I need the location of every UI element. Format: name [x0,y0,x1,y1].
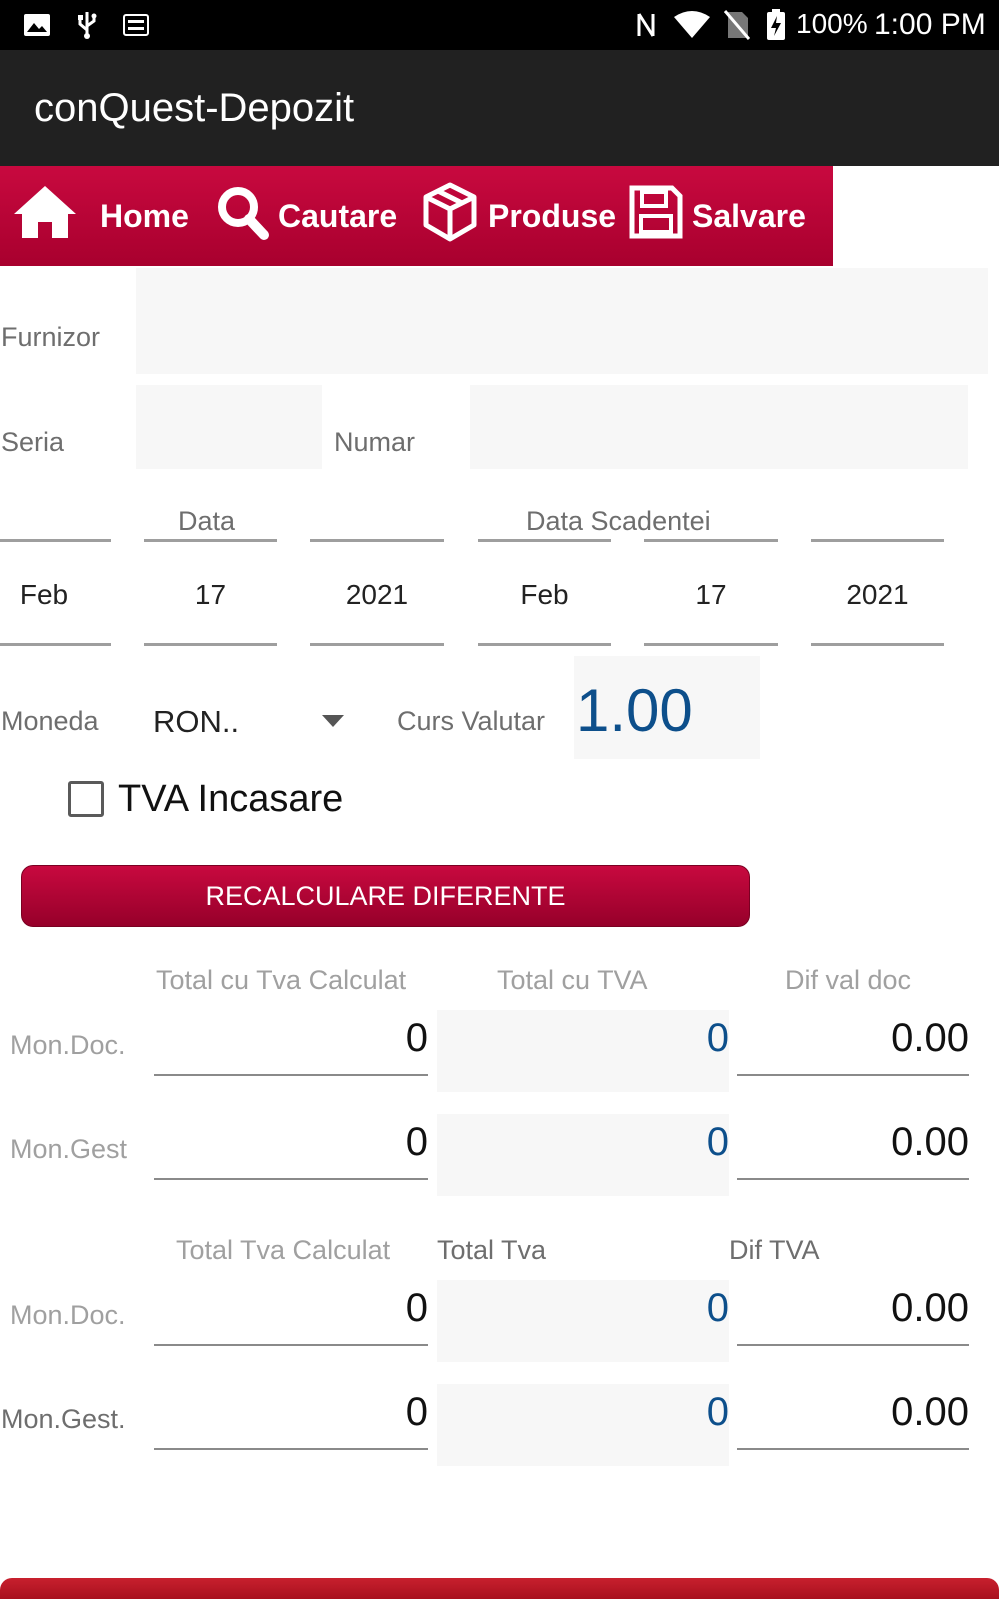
curs-valutar-value: 1.00 [576,677,693,744]
dif-tva-value: 0.00 [891,1286,969,1330]
tva-incasare-checkbox[interactable]: TVA Incasare [66,778,386,824]
row-label: Mon.Doc. [10,1300,126,1330]
nav-toolbar: Home Cautare Produse Salvare [0,166,833,266]
data-day-spinner[interactable]: 17 [144,579,277,611]
curs-valutar-label: Curs Valutar [397,706,546,736]
nav-save-label: Salvare [692,197,806,234]
scadenta-day-spinner[interactable]: 17 [644,579,778,611]
nav-products-label: Produse [488,197,617,234]
nav-search-button[interactable]: Cautare [216,166,397,266]
dif-value: 0.00 [891,1016,969,1060]
checkbox-box [68,781,104,817]
divider [737,1344,969,1346]
total-calc-value[interactable]: 0 [154,1016,428,1061]
bottom-button[interactable] [0,1578,999,1599]
furnizor-label: Furnizor [1,322,101,352]
box-icon [420,181,488,251]
divider [644,643,778,646]
total-field[interactable]: 0 [437,1114,729,1196]
divider [644,539,778,542]
divider [310,539,444,542]
row-label: Mon.Gest. [1,1404,126,1434]
divider [154,1448,428,1450]
tva-field[interactable]: 0 [437,1384,729,1466]
nav-home-button[interactable]: Home [12,166,189,266]
col-header: Total cu TVA [497,965,648,995]
data-month-spinner[interactable]: Feb [0,579,88,611]
tva-field[interactable]: 0 [437,1280,729,1362]
divider [144,643,277,646]
divider [154,1344,428,1346]
numar-field[interactable] [470,385,968,469]
col-header: Dif TVA [729,1235,820,1265]
home-icon [12,182,86,250]
nav-save-button[interactable]: Salvare [628,166,806,266]
keyboard-icon [122,10,150,40]
col-header: Total cu Tva Calculat [156,965,407,995]
tva-value: 0 [706,1286,729,1330]
row-label: Mon.Doc. [10,1030,126,1060]
battery-level: 100% [796,8,868,39]
clock: 1:00 PM [874,8,986,41]
wifi-icon [672,10,712,40]
nfc-icon [634,10,658,40]
numar-label: Numar [334,427,416,457]
status-bar: 100% 1:00 PM [0,0,999,50]
moneda-select[interactable]: RON.. [150,690,350,750]
total-calc-value[interactable]: 0 [154,1120,428,1165]
divider [478,539,611,542]
save-icon [628,184,692,248]
tva-calc-value[interactable]: 0 [154,1390,428,1435]
col-header: Dif val doc [785,965,912,995]
search-icon [216,183,278,249]
divider [0,643,111,646]
divider [478,643,611,646]
tva-calc-value[interactable]: 0 [154,1286,428,1331]
moneda-value: RON.. [153,704,240,739]
image-icon [22,10,52,40]
tva-incasare-label: TVA Incasare [118,778,344,820]
divider [737,1448,969,1450]
nav-products-button[interactable]: Produse [420,166,616,266]
dif-value: 0.00 [891,1120,969,1164]
data-label: Data [178,506,236,536]
data-scadentei-label: Data Scadentei [526,506,711,536]
tva-value: 0 [706,1390,729,1434]
divider [0,539,111,542]
col-header: Total Tva Calculat [176,1235,391,1265]
row-label: Mon.Gest [10,1134,128,1164]
divider [811,539,944,542]
nav-search-label: Cautare [278,197,398,234]
app-bar: conQuest-Depozit [0,50,999,166]
battery-charging-icon [765,9,787,40]
divider [154,1074,428,1076]
col-header: Total Tva [437,1235,547,1265]
recalculare-button[interactable]: RECALCULARE DIFERENTE [21,865,750,927]
data-year-spinner[interactable]: 2021 [310,579,444,611]
chevron-down-icon [322,714,344,732]
seria-field[interactable] [136,385,322,469]
divider [154,1178,428,1180]
no-sim-icon [722,10,752,40]
dif-tva-value: 0.00 [891,1390,969,1434]
recalculare-label: RECALCULARE DIFERENTE [205,880,566,911]
nav-home-label: Home [100,197,189,234]
divider [737,1074,969,1076]
app-title: conQuest-Depozit [34,86,355,130]
divider [811,643,944,646]
divider [737,1178,969,1180]
divider [310,643,444,646]
curs-valutar-field[interactable]: 1.00 [574,656,760,759]
furnizor-field[interactable] [136,268,988,374]
divider [144,539,277,542]
total-value: 0 [706,1120,729,1164]
scadenta-month-spinner[interactable]: Feb [478,579,611,611]
total-field[interactable]: 0 [437,1010,729,1092]
total-value: 0 [706,1016,729,1060]
moneda-label: Moneda [1,706,99,736]
seria-label: Seria [1,427,65,457]
usb-icon [74,10,100,40]
scadenta-year-spinner[interactable]: 2021 [811,579,944,611]
